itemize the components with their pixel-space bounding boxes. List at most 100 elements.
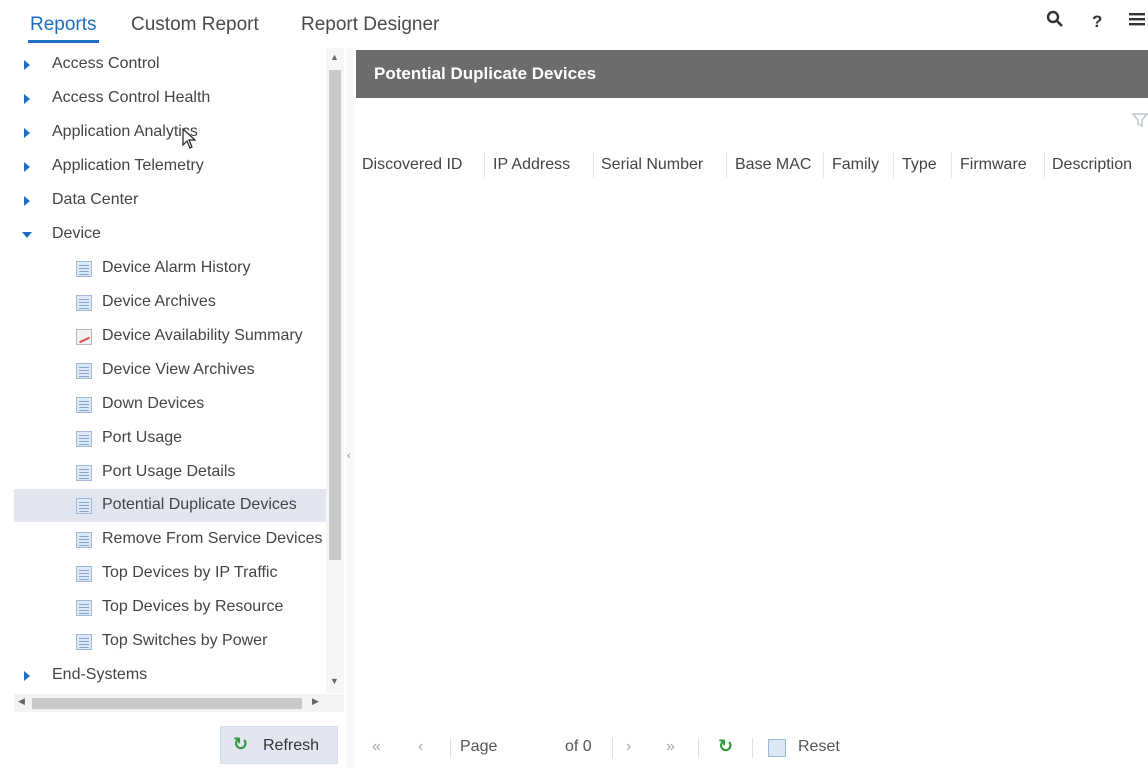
refresh-icon: ↻ <box>233 734 249 754</box>
report-icon <box>76 465 92 481</box>
tree-item-down-devices[interactable]: Down Devices <box>14 388 326 421</box>
column-divider[interactable] <box>823 152 824 178</box>
tree-item-device[interactable]: Device <box>14 218 326 251</box>
page-count-label: of 0 <box>565 738 592 755</box>
tree-item-top-switches-by-power[interactable]: Top Switches by Power <box>14 625 326 658</box>
tree-item-label: Top Devices by IP Traffic <box>102 564 278 581</box>
expand-arrow-icon[interactable] <box>24 60 30 70</box>
tree-item-access-control[interactable]: Access Control <box>14 48 326 81</box>
column-divider[interactable] <box>726 152 727 178</box>
tree-item-device-availability-summary[interactable]: Device Availability Summary <box>14 320 326 353</box>
column-divider[interactable] <box>951 152 952 178</box>
previous-page-icon[interactable]: ‹ <box>418 738 423 756</box>
report-icon <box>76 363 92 379</box>
tree-item-label: Remove From Service Devices <box>102 530 323 547</box>
column-divider[interactable] <box>893 152 894 178</box>
column-firmware[interactable]: Firmware <box>960 156 1027 174</box>
reset-icon[interactable] <box>768 739 786 757</box>
panel-splitter[interactable]: ‹ <box>346 48 354 768</box>
tree-vertical-scrollbar[interactable]: ▲ ▼ <box>326 48 344 693</box>
top-bar: Reports Custom Report Report Designer ? <box>0 0 1148 44</box>
tree-item-label: Data Center <box>52 191 139 208</box>
pagination-toolbar: « ‹ Page of 0 › » ↻ Reset <box>356 730 1148 768</box>
tree-item-application-analytics[interactable]: Application Analytics <box>14 116 326 149</box>
tree-item-top-devices-by-resource[interactable]: Top Devices by Resource <box>14 591 326 624</box>
expand-arrow-icon[interactable] <box>24 671 30 681</box>
chart-report-icon <box>76 329 92 345</box>
scrollbar-thumb[interactable] <box>32 698 302 709</box>
reload-icon[interactable]: ↻ <box>718 736 733 757</box>
tree-horizontal-scrollbar[interactable]: ◀ ▶ <box>14 694 344 712</box>
tree-item-port-usage-details[interactable]: Port Usage Details <box>14 456 326 489</box>
tree-item-label: Application Telemetry <box>52 157 204 174</box>
last-page-icon[interactable]: » <box>666 738 675 756</box>
tree-item-application-telemetry[interactable]: Application Telemetry <box>14 150 326 183</box>
page-label: Page <box>460 738 498 755</box>
report-icon <box>76 566 92 582</box>
page-number-input[interactable] <box>512 736 546 760</box>
column-divider[interactable] <box>1044 152 1045 178</box>
tree-item-label: Down Devices <box>102 395 205 412</box>
tree-item-device-view-archives[interactable]: Device View Archives <box>14 354 326 387</box>
column-description[interactable]: Description <box>1052 156 1132 174</box>
tree-item-device-archives[interactable]: Device Archives <box>14 286 326 319</box>
report-title: Potential Duplicate Devices <box>374 64 597 83</box>
tree-item-label: Access Control Health <box>52 89 211 106</box>
help-icon[interactable]: ? <box>1092 12 1102 32</box>
tab-report-designer[interactable]: Report Designer <box>301 14 439 36</box>
report-icon <box>76 295 92 311</box>
tree-item-label: Access Control <box>52 55 160 72</box>
column-ip-address[interactable]: IP Address <box>493 156 570 174</box>
collapse-arrow-icon[interactable] <box>22 232 32 238</box>
collapse-panel-icon[interactable]: ‹ <box>347 450 351 462</box>
tab-reports[interactable]: Reports <box>28 14 99 43</box>
refresh-button[interactable]: ↻ Refresh <box>220 726 338 764</box>
next-page-icon[interactable]: › <box>626 738 631 756</box>
scroll-down-icon[interactable]: ▼ <box>330 676 339 686</box>
tree-item-remove-from-service-devices[interactable]: Remove From Service Devices <box>14 523 326 556</box>
column-serial-number[interactable]: Serial Number <box>601 156 703 174</box>
search-icon[interactable] <box>1046 10 1064 33</box>
toolbar-divider <box>752 738 753 758</box>
report-panel-header: Potential Duplicate Devices <box>356 50 1148 98</box>
tree-item-label: Top Devices by Resource <box>102 598 284 615</box>
report-icon <box>76 634 92 650</box>
scroll-up-icon[interactable]: ▲ <box>330 52 339 62</box>
tree-item-label: Device Archives <box>102 293 216 310</box>
report-icon <box>76 397 92 413</box>
tree-item-label: Application Analytics <box>52 123 198 140</box>
column-discovered-id[interactable]: Discovered ID <box>362 156 462 174</box>
menu-icon[interactable] <box>1128 10 1146 33</box>
tree-item-access-control-health[interactable]: Access Control Health <box>14 82 326 115</box>
column-divider[interactable] <box>593 152 594 178</box>
tree-item-port-usage[interactable]: Port Usage <box>14 422 326 455</box>
column-family[interactable]: Family <box>832 156 879 174</box>
tab-custom-report[interactable]: Custom Report <box>131 14 259 36</box>
tree-item-device-alarm-history[interactable]: Device Alarm History <box>14 252 326 285</box>
filter-icon[interactable] <box>1131 112 1148 128</box>
tree-item-label: Top Switches by Power <box>102 632 268 649</box>
tree-item-data-center[interactable]: Data Center <box>14 184 326 217</box>
refresh-button-label: Refresh <box>263 737 320 754</box>
scroll-right-icon[interactable]: ▶ <box>312 696 319 707</box>
tree-item-potential-duplicate-devices[interactable]: Potential Duplicate Devices <box>14 489 326 522</box>
scrollbar-thumb[interactable] <box>329 70 341 560</box>
toolbar-divider <box>450 738 451 758</box>
expand-arrow-icon[interactable] <box>24 94 30 104</box>
report-icon <box>76 532 92 548</box>
grid-header: Discovered ID IP Address Serial Number B… <box>356 150 1148 182</box>
reset-button[interactable]: Reset <box>798 738 840 756</box>
mouse-cursor-icon <box>182 127 197 156</box>
report-icon <box>76 431 92 447</box>
tree-item-top-devices-by-ip-traffic[interactable]: Top Devices by IP Traffic <box>14 557 326 590</box>
scroll-left-icon[interactable]: ◀ <box>18 696 25 707</box>
column-divider[interactable] <box>484 152 485 178</box>
tree-item-end-systems[interactable]: End-Systems <box>14 659 326 688</box>
tree-item-label: Device <box>52 225 101 242</box>
column-base-mac[interactable]: Base MAC <box>735 156 811 174</box>
expand-arrow-icon[interactable] <box>24 162 30 172</box>
first-page-icon[interactable]: « <box>372 738 381 756</box>
expand-arrow-icon[interactable] <box>24 128 30 138</box>
expand-arrow-icon[interactable] <box>24 196 30 206</box>
column-type[interactable]: Type <box>902 156 937 174</box>
